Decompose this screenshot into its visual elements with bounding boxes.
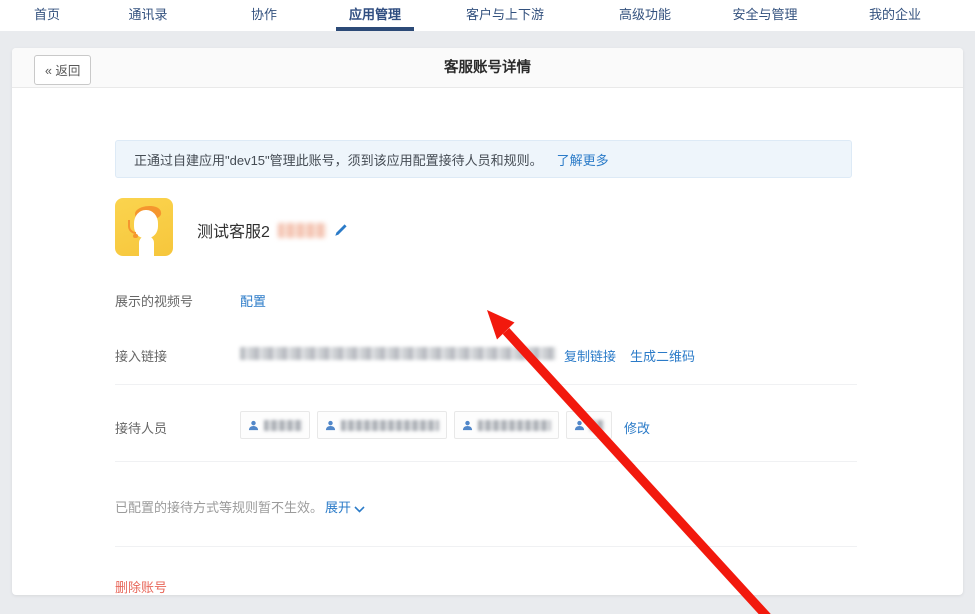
page: 首页 通讯录 协作 应用管理 客户与上下游 高级功能 安全与管理 我的企业 « … <box>0 0 975 614</box>
detail-card: « 返回 客服账号详情 正通过自建应用"dev15"管理此账号，须到该应用配置接… <box>12 48 963 595</box>
rules-row: 已配置的接待方式等规则暂不生效。展开 <box>115 497 365 517</box>
avatar-body <box>139 236 154 256</box>
copy-link-action[interactable]: 复制链接 <box>564 346 616 365</box>
person-icon <box>462 420 473 431</box>
rules-text: 已配置的接待方式等规则暂不生效。 <box>115 500 323 515</box>
delete-account-link[interactable]: 删除账号 <box>115 577 167 596</box>
nav-item-customers[interactable]: 客户与上下游 <box>466 0 544 31</box>
redacted-chip-name <box>264 420 302 431</box>
generate-qrcode-action[interactable]: 生成二维码 <box>630 346 695 365</box>
account-name: 测试客服2 <box>197 218 270 242</box>
person-icon <box>248 420 259 431</box>
access-link-label: 接入链接 <box>115 346 167 365</box>
learn-more-link[interactable]: 了解更多 <box>557 150 609 169</box>
staff-chip <box>317 411 447 439</box>
divider <box>115 546 857 547</box>
divider <box>115 461 857 462</box>
video-account-label: 展示的视频号 <box>115 291 193 310</box>
page-title: 客服账号详情 <box>12 48 963 88</box>
banner-text: 正通过自建应用"dev15"管理此账号，须到该应用配置接待人员和规则。 <box>134 150 543 169</box>
info-banner: 正通过自建应用"dev15"管理此账号，须到该应用配置接待人员和规则。 了解更多 <box>115 140 852 178</box>
back-button[interactable]: « 返回 <box>34 55 91 85</box>
divider <box>115 384 857 385</box>
headset-icon <box>128 220 136 234</box>
avatar <box>115 198 173 256</box>
redacted-chip-name <box>590 420 604 431</box>
redacted-chip-name <box>341 420 439 431</box>
chevron-down-icon <box>354 506 365 513</box>
person-icon <box>325 420 336 431</box>
nav-item-company[interactable]: 我的企业 <box>869 0 921 31</box>
nav-item-security[interactable]: 安全与管理 <box>732 0 797 31</box>
expand-toggle[interactable]: 展开 <box>325 500 365 515</box>
redacted-name-blur <box>278 223 326 238</box>
modify-staff-link[interactable]: 修改 <box>624 418 650 437</box>
nav-item-collab[interactable]: 协作 <box>251 0 277 31</box>
person-icon <box>574 420 585 431</box>
top-nav: 首页 通讯录 协作 应用管理 客户与上下游 高级功能 安全与管理 我的企业 <box>0 0 975 31</box>
configure-link[interactable]: 配置 <box>240 291 266 310</box>
nav-item-advanced[interactable]: 高级功能 <box>619 0 671 31</box>
staff-chip <box>240 411 310 439</box>
redacted-chip-name <box>478 420 551 431</box>
card-header: « 返回 客服账号详情 <box>12 48 963 88</box>
staff-chip <box>566 411 612 439</box>
headset-mic-dot <box>133 234 138 238</box>
active-tab-underline <box>336 27 414 31</box>
redacted-url-blur <box>240 347 556 360</box>
nav-item-home[interactable]: 首页 <box>34 0 60 31</box>
staff-chip <box>454 411 559 439</box>
edit-pencil-icon[interactable] <box>334 223 348 237</box>
nav-item-contacts[interactable]: 通讯录 <box>128 0 167 31</box>
account-name-row: 测试客服2 <box>197 218 348 242</box>
staff-label: 接待人员 <box>115 418 167 437</box>
card-content: 正通过自建应用"dev15"管理此账号，须到该应用配置接待人员和规则。 了解更多… <box>12 88 963 595</box>
staff-chip-list <box>240 411 660 439</box>
